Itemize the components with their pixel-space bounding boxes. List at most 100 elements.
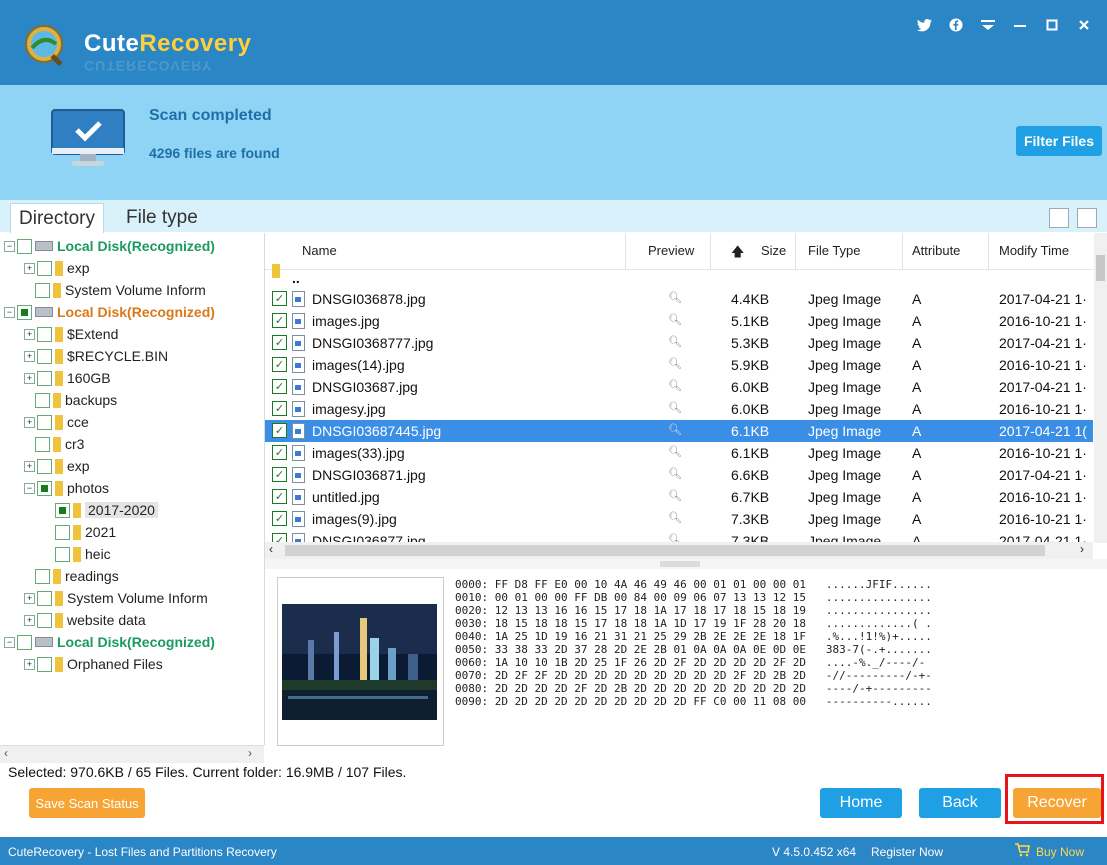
collapse-icon[interactable]: − xyxy=(24,482,35,494)
tree-folder-node[interactable]: + cce xyxy=(24,411,89,433)
checkbox[interactable] xyxy=(55,502,70,518)
checkbox[interactable]: ✓ xyxy=(272,379,287,394)
checkbox[interactable] xyxy=(37,326,52,342)
tab-file-type[interactable]: File type xyxy=(118,203,206,232)
expand-icon[interactable]: + xyxy=(24,592,35,604)
thumbnail-view-icon[interactable] xyxy=(1049,208,1069,228)
file-row[interactable]: ✓ images(14).jpg 5.9KB Jpeg Image A 2016-10-2… xyxy=(265,354,1093,376)
scroll-thumb[interactable] xyxy=(285,545,1045,556)
save-scan-status-button[interactable]: Save Scan Status xyxy=(29,788,145,818)
collapse-arrow-icon[interactable] xyxy=(660,561,700,567)
file-row[interactable]: ✓ DNSGI03687.jpg 6.0KB Jpeg Image A 2017-04-2… xyxy=(265,376,1093,398)
expand-icon[interactable]: + xyxy=(24,350,35,362)
buy-now-link[interactable]: Buy Now xyxy=(1036,845,1084,859)
checkbox[interactable]: ✓ xyxy=(272,291,287,306)
checkbox[interactable] xyxy=(35,392,50,408)
checkbox[interactable] xyxy=(37,590,52,606)
file-row[interactable]: ✓ images(9).jpg 7.3KB Jpeg Image A 2016-10-21… xyxy=(265,508,1093,530)
tree-folder-node[interactable]: backups xyxy=(24,389,117,411)
maximize-icon[interactable] xyxy=(1043,16,1061,34)
tree-folder-node[interactable]: heic xyxy=(44,543,111,565)
checkbox[interactable] xyxy=(35,568,50,584)
checkbox[interactable] xyxy=(55,524,70,540)
close-icon[interactable] xyxy=(1075,16,1093,34)
expand-icon[interactable]: + xyxy=(24,460,35,472)
column-attribute[interactable]: Attribute xyxy=(912,243,960,258)
checkbox[interactable] xyxy=(37,480,52,496)
preview-icon[interactable]: 🔍︎ xyxy=(668,489,682,502)
preview-icon[interactable]: 🔍︎ xyxy=(668,313,682,326)
preview-icon[interactable]: 🔍︎ xyxy=(668,401,682,414)
checkbox[interactable]: ✓ xyxy=(272,357,287,372)
tree-folder-node[interactable]: 2017-2020 xyxy=(44,499,158,521)
file-row[interactable]: ✓ DNSGI0368777.jpg 5.3KB Jpeg Image A 2017-04… xyxy=(265,332,1093,354)
checkbox[interactable] xyxy=(37,370,52,386)
home-button[interactable]: Home xyxy=(820,788,902,818)
preview-icon[interactable]: 🔍︎ xyxy=(668,379,682,392)
tree-folder-node[interactable]: + exp xyxy=(24,257,90,279)
checkbox[interactable] xyxy=(17,634,32,650)
tree-folder-node[interactable]: + Orphaned Files xyxy=(24,653,163,675)
collapse-icon[interactable]: − xyxy=(4,306,15,318)
column-preview[interactable]: Preview xyxy=(648,243,694,258)
expand-icon[interactable]: + xyxy=(24,658,35,670)
twitter-icon[interactable] xyxy=(915,16,933,34)
parent-folder-row[interactable]: .. xyxy=(265,264,1093,288)
checkbox[interactable] xyxy=(35,436,50,452)
tree-folder-node[interactable]: + exp xyxy=(24,455,90,477)
checkbox[interactable] xyxy=(55,546,70,562)
filter-files-button[interactable]: Filter Files xyxy=(1016,126,1102,156)
file-row[interactable]: ✓ untitled.jpg 6.7KB Jpeg Image A 2016-10-21 … xyxy=(265,486,1093,508)
preview-icon[interactable]: 🔍︎ xyxy=(668,335,682,348)
checkbox[interactable] xyxy=(37,612,52,628)
column-size[interactable]: Size xyxy=(761,243,786,258)
checkbox[interactable]: ✓ xyxy=(272,511,287,526)
checkbox[interactable]: ✓ xyxy=(272,313,287,328)
tree-folder-node[interactable]: readings xyxy=(24,565,119,587)
file-list-vertical-scrollbar[interactable] xyxy=(1094,233,1107,543)
tree-folder-node[interactable]: − photos xyxy=(24,477,109,499)
collapse-icon[interactable]: − xyxy=(4,240,15,252)
menu-icon[interactable] xyxy=(979,16,997,34)
column-name[interactable]: Name xyxy=(302,243,337,258)
file-list-horizontal-scrollbar[interactable]: ‹ › xyxy=(265,542,1093,559)
checkbox[interactable] xyxy=(37,458,52,474)
tree-disk-node[interactable]: − Local Disk(Recognized) xyxy=(4,235,215,257)
checkbox[interactable] xyxy=(17,304,32,320)
column-modify-time[interactable]: Modify Time xyxy=(999,243,1069,258)
file-row[interactable]: ✓ images.jpg 5.1KB Jpeg Image A 2016-10-21 1·… xyxy=(265,310,1093,332)
preview-icon[interactable]: 🔍︎ xyxy=(668,291,682,304)
expand-icon[interactable]: + xyxy=(24,262,35,274)
collapse-icon[interactable]: − xyxy=(4,636,15,648)
scroll-right-icon[interactable]: › xyxy=(1080,542,1084,556)
checkbox[interactable] xyxy=(37,414,52,430)
list-view-icon[interactable] xyxy=(1077,208,1097,228)
cart-icon[interactable] xyxy=(1014,842,1030,860)
preview-splitter[interactable] xyxy=(265,559,1107,569)
checkbox[interactable]: ✓ xyxy=(272,423,287,438)
preview-icon[interactable]: 🔍︎ xyxy=(668,445,682,458)
file-row[interactable]: ✓ DNSGI036878.jpg 4.4KB Jpeg Image A 2017-04-… xyxy=(265,288,1093,310)
checkbox[interactable] xyxy=(35,282,50,298)
file-row[interactable]: ✓ DNSGI036871.jpg 6.6KB Jpeg Image A 2017-04-… xyxy=(265,464,1093,486)
scroll-left-icon[interactable]: ‹ xyxy=(269,542,273,556)
preview-icon[interactable]: 🔍︎ xyxy=(668,467,682,480)
file-row[interactable]: ✓ DNSGI03687445.jpg 6.1KB Jpeg Image A 2017-0… xyxy=(265,420,1093,442)
preview-icon[interactable]: 🔍︎ xyxy=(668,423,682,436)
checkbox[interactable] xyxy=(37,348,52,364)
tab-directory[interactable]: Directory xyxy=(10,203,105,233)
minimize-icon[interactable] xyxy=(1011,16,1029,34)
register-now-link[interactable]: Register Now xyxy=(871,845,943,859)
scroll-right-icon[interactable]: › xyxy=(248,746,252,760)
tree-disk-node[interactable]: − Local Disk(Recognized) xyxy=(4,301,215,323)
column-file-type[interactable]: File Type xyxy=(808,243,861,258)
checkbox[interactable]: ✓ xyxy=(272,467,287,482)
checkbox[interactable] xyxy=(37,656,52,672)
checkbox[interactable] xyxy=(17,238,32,254)
tree-folder-node[interactable]: + System Volume Inform xyxy=(24,587,208,609)
expand-icon[interactable]: + xyxy=(24,328,35,340)
tree-disk-node[interactable]: − Local Disk(Recognized) xyxy=(4,631,215,653)
expand-icon[interactable]: + xyxy=(24,372,35,384)
tree-folder-node[interactable]: +160GB xyxy=(24,367,111,389)
tree-folder-node[interactable]: + $RECYCLE.BIN xyxy=(24,345,168,367)
